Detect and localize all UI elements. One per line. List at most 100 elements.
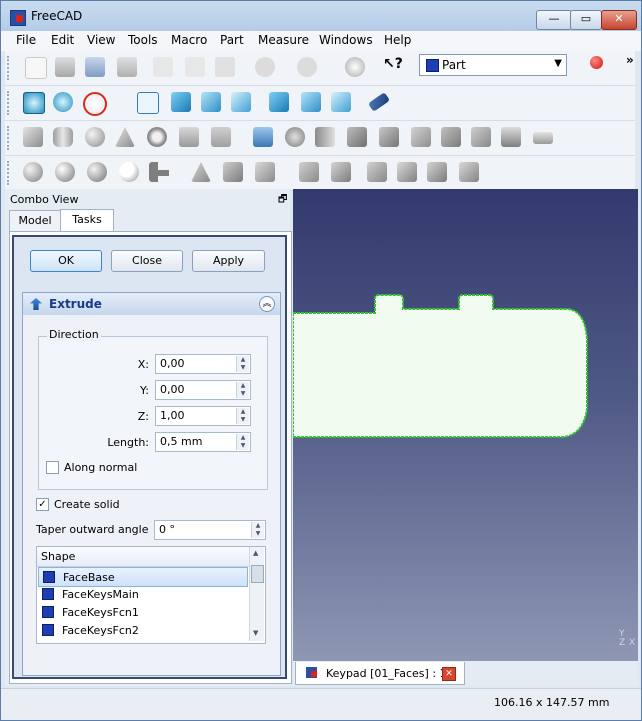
maximize-button[interactable]: ▭ — [570, 10, 602, 30]
top-view-icon[interactable] — [201, 92, 221, 112]
tab-tasks[interactable]: Tasks — [60, 209, 114, 232]
refresh-icon[interactable] — [345, 57, 365, 77]
spin-arrows-icon[interactable]: ▲ ▼ — [236, 434, 249, 450]
slice-icon[interactable] — [299, 162, 319, 182]
open-folder-icon[interactable] — [55, 57, 75, 77]
3d-view[interactable]: Y Z X — [293, 189, 638, 661]
close-window-button[interactable]: ✕ — [601, 10, 637, 30]
close-icon[interactable]: ✕ — [442, 667, 456, 681]
cube-icon[interactable] — [23, 127, 43, 147]
tab-model[interactable]: Model — [9, 210, 61, 231]
menu-measure[interactable]: Measure — [258, 33, 309, 47]
workbench-selector[interactable]: Part ▼ — [419, 54, 567, 76]
toolbar-grip[interactable] — [7, 161, 12, 185]
menu-help[interactable]: Help — [384, 33, 411, 47]
3d-view-canvas[interactable] — [293, 189, 638, 661]
sweep-icon[interactable] — [471, 127, 491, 147]
close-button[interactable]: Close — [111, 250, 183, 272]
revolve-icon[interactable] — [285, 127, 305, 147]
compound-icon[interactable] — [191, 162, 211, 182]
measure-distance-icon[interactable] — [367, 92, 391, 112]
isometric-view-icon[interactable] — [137, 92, 159, 114]
create-solid-checkbox[interactable]: ✓ — [36, 498, 49, 511]
boolean-icon[interactable] — [23, 162, 43, 182]
cut-icon[interactable] — [153, 57, 173, 77]
thickness-icon[interactable] — [533, 132, 553, 144]
undock-icon[interactable]: 🗗 — [278, 192, 287, 209]
union-icon[interactable] — [87, 162, 107, 182]
list-scrollbar[interactable]: ▲ ▼ — [249, 547, 264, 641]
left-view-icon[interactable] — [331, 92, 351, 112]
rear-view-icon[interactable] — [269, 92, 289, 112]
intersection-icon[interactable] — [119, 162, 139, 182]
spin-arrows-icon[interactable]: ▲ ▼ — [236, 408, 249, 424]
boolean-fragments-icon[interactable] — [331, 162, 351, 182]
toolbar-grip[interactable] — [7, 126, 12, 150]
shape-list[interactable]: Shape FaceBase FaceKeysMain FaceKeysFcn1… — [36, 546, 266, 644]
extrude-icon[interactable] — [253, 127, 273, 147]
cone-icon[interactable] — [115, 127, 135, 147]
menu-file[interactable]: File — [16, 33, 36, 47]
taper-spinbox[interactable]: 0 ° ▲ ▼ — [154, 520, 266, 540]
extrude-header[interactable]: Extrude ︽ — [23, 293, 280, 315]
embed-shapes-icon[interactable] — [427, 162, 447, 182]
spin-arrows-icon[interactable]: ▲ ▼ — [236, 356, 249, 372]
list-item[interactable]: FaceKeysFcn1 — [38, 603, 248, 621]
list-item[interactable]: FaceBase — [38, 567, 248, 587]
toolbar-grip[interactable] — [7, 56, 12, 80]
x-spinbox[interactable]: 0,00 ▲ ▼ — [155, 354, 251, 374]
toolbar-grip[interactable] — [7, 91, 12, 115]
list-item[interactable]: FaceKeysMain — [38, 585, 248, 603]
z-spinbox[interactable]: 1,00 ▲ ▼ — [155, 406, 251, 426]
save-icon[interactable] — [85, 57, 105, 77]
shape-list-header[interactable]: Shape — [37, 547, 249, 567]
fit-selection-icon[interactable] — [53, 92, 73, 112]
section-icon[interactable] — [501, 127, 521, 147]
apply-button[interactable]: Apply — [192, 250, 265, 272]
y-spinbox[interactable]: 0,00 ▲ ▼ — [155, 380, 251, 400]
scroll-down-icon[interactable]: ▼ — [253, 629, 258, 637]
draw-style-icon[interactable] — [83, 92, 107, 116]
ruled-surface-icon[interactable] — [411, 127, 431, 147]
document-tab[interactable]: Keypad [01_Faces] : 1 ✕ — [295, 662, 465, 685]
menu-windows[interactable]: Windows — [319, 33, 373, 47]
torus-icon[interactable] — [147, 127, 167, 147]
paste-icon[interactable] — [215, 57, 235, 77]
cutout-shapes-icon[interactable] — [459, 162, 479, 182]
cylinder-icon[interactable] — [53, 127, 73, 147]
toolbar-overflow-button[interactable]: » — [626, 53, 634, 67]
collapse-icon[interactable]: ︽ — [259, 296, 275, 312]
front-view-icon[interactable] — [171, 92, 191, 112]
undo-icon[interactable] — [255, 57, 275, 77]
chamfer-icon[interactable] — [379, 127, 399, 147]
bottom-view-icon[interactable] — [301, 92, 321, 112]
redo-icon[interactable] — [297, 57, 317, 77]
menu-macro[interactable]: Macro — [171, 33, 207, 47]
menu-view[interactable]: View — [87, 33, 115, 47]
scroll-up-icon[interactable]: ▲ — [253, 549, 258, 557]
list-item[interactable]: FaceKeysFcn2 — [38, 621, 248, 639]
check-geometry-icon[interactable] — [223, 162, 243, 182]
minimize-button[interactable]: — — [536, 10, 572, 30]
copy-icon[interactable] — [185, 57, 205, 77]
loft-icon[interactable] — [441, 127, 461, 147]
shape-builder-icon[interactable] — [211, 127, 231, 147]
menu-part[interactable]: Part — [220, 33, 244, 47]
menu-edit[interactable]: Edit — [51, 33, 74, 47]
scroll-thumb[interactable] — [251, 565, 264, 583]
along-normal-checkbox[interactable] — [46, 461, 59, 474]
cut-boolean-icon[interactable] — [55, 162, 75, 182]
macro-record-icon[interactable] — [590, 56, 603, 69]
menu-tools[interactable]: Tools — [128, 33, 158, 47]
xor-icon[interactable] — [367, 162, 387, 182]
defeaturing-icon[interactable] — [255, 162, 275, 182]
primitives-icon[interactable] — [179, 127, 199, 147]
ok-button[interactable]: OK — [30, 250, 102, 272]
new-document-icon[interactable] — [25, 57, 47, 79]
spin-arrows-icon[interactable]: ▲ ▼ — [236, 382, 249, 398]
fit-all-icon[interactable] — [23, 92, 45, 114]
connect-shapes-icon[interactable] — [397, 162, 417, 182]
spin-arrows-icon[interactable]: ▲ ▼ — [251, 522, 264, 538]
right-view-icon[interactable] — [231, 92, 251, 112]
sphere-icon[interactable] — [85, 127, 105, 147]
